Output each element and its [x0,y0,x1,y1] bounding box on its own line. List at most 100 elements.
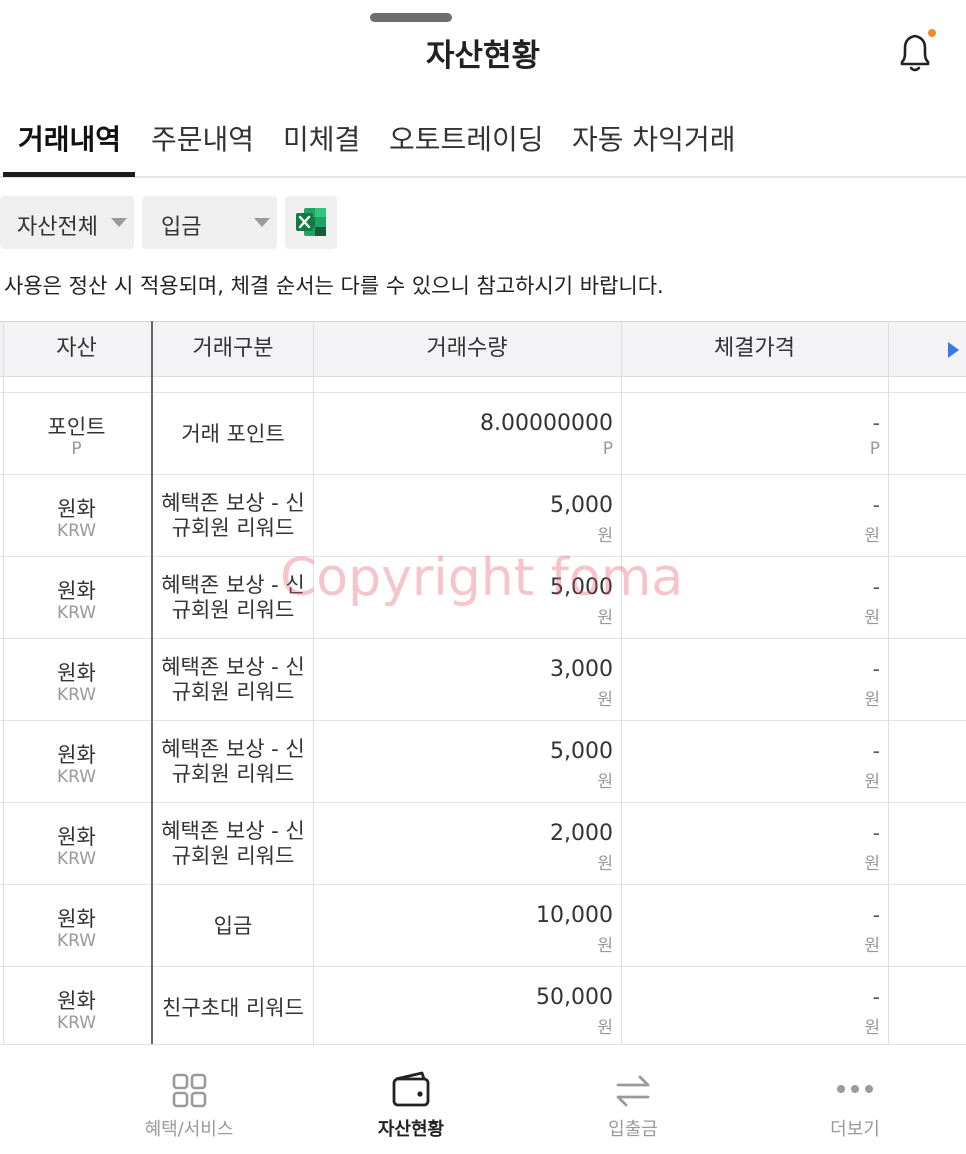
chevron-down-icon [111,218,127,227]
asset-name: 원화 [57,825,96,849]
quantity-cell: 5,000 원 [314,557,613,639]
drag-handle[interactable] [370,13,452,22]
nav-deposit-withdraw-label: 입출금 [608,1119,658,1140]
price-unit: 원 [864,690,880,710]
table-row[interactable]: 원화 KRW 입금 10,000 원 - 원 [0,885,966,967]
price-cell: -원 [622,803,880,885]
tab-bar: 거래내역 주문내역 미체결 오토트레이딩 자동 차익거래 [0,100,966,178]
nav-assets[interactable]: 자산현황 [326,1045,496,1154]
asset-name: 원화 [57,989,96,1013]
asset-cell: 원화 KRW [0,803,153,885]
price-value: - [872,985,880,1009]
price-cell: -원 [622,639,880,721]
quantity-cell: 50,000 원 [314,967,613,1044]
quantity-value: 5,000 [550,493,613,518]
quantity-cell: 5,000 원 [314,721,613,803]
grid-icon [172,1073,207,1108]
table-row[interactable]: 원화 KRW 혜택존 보상 - 신규회원 리워드 5,000 원 - 원 [0,721,966,803]
price-value: - [872,411,880,435]
asset-cell: 원화 KRW [0,721,153,803]
quantity-value: 2,000 [550,821,613,846]
quantity-unit: 원 [597,1018,613,1038]
tab-transactions[interactable]: 거래내역 [18,118,121,158]
asset-code: KRW [56,767,97,787]
table-row[interactable]: 원화 KRW 혜택존 보상 - 신규회원 리워드 5,000 원 - 원 [0,557,966,639]
quantity-unit: 원 [597,854,613,874]
page-title: 자산현황 [425,38,541,74]
asset-code: KRW [56,931,97,951]
quantity-unit: 원 [597,936,613,956]
column-divider [3,321,4,1044]
scroll-right-arrow-icon[interactable] [948,342,959,358]
asset-cell: 원화 KRW [0,639,153,721]
asset-code: KRW [56,603,97,623]
price-value: - [872,657,880,681]
nav-deposit-withdraw[interactable]: 입출금 [548,1045,718,1154]
tab-orders[interactable]: 주문내역 [151,118,254,158]
table-row[interactable]: 원화 KRW 혜택존 보상 - 신규회원 리워드 3,000 원 - 원 [0,639,966,721]
notification-bell-icon[interactable] [893,28,939,76]
quantity-unit: 원 [597,772,613,792]
excel-icon [296,208,326,236]
quantity-value: 5,000 [550,575,613,600]
asset-name: 원화 [57,743,96,767]
asset-cell: 원화 KRW [0,475,153,557]
price-unit: 원 [864,1018,880,1038]
wallet-icon [392,1071,430,1107]
more-dots-icon [837,1085,873,1093]
settlement-notice: 사용은 정산 시 적용되며, 체결 순서는 다를 수 있으니 참고하시기 바랍니… [4,274,664,298]
nav-benefits[interactable]: 혜택/서비스 [104,1045,274,1154]
quantity-value: 3,000 [550,657,613,682]
quantity-cell: 5,000 원 [314,475,613,557]
asset-cell: 원화 KRW [0,557,153,639]
price-value: - [872,493,880,517]
quantity-value: 8.00000000 [480,411,613,436]
type-filter-label: 입금 [161,215,202,240]
asset-cell: 포인트 P [0,393,153,475]
tab-auto-trading[interactable]: 오토트레이딩 [389,118,544,158]
quantity-value: 10,000 [536,903,613,928]
chevron-down-icon [254,218,270,227]
quantity-cell: 2,000 원 [314,803,613,885]
table-row[interactable]: 원화 KRW 친구초대 리워드 50,000 원 - 원 [0,967,966,1044]
bottom-navigation: 혜택/서비스 자산현황 입출금 더보기 [0,1044,966,1154]
type-filter-select[interactable]: 입금 [142,196,277,249]
table-spacer-row [0,377,966,393]
price-cell: -원 [622,721,880,803]
asset-filter-select[interactable]: 자산전체 [0,196,134,249]
transaction-type: 거래 포인트 [181,421,285,446]
asset-cell: 원화 KRW [0,885,153,967]
column-divider [621,321,622,1044]
asset-code: KRW [56,685,97,705]
asset-filter-label: 자산전체 [17,215,98,240]
tab-auto-arbitrage[interactable]: 자동 차익거래 [572,118,735,158]
tab-unfilled[interactable]: 미체결 [283,118,360,158]
excel-download-button[interactable] [285,196,337,249]
asset-code: KRW [56,849,97,869]
price-unit: 원 [864,854,880,874]
price-cell: -원 [622,475,880,557]
price-value: - [872,575,880,599]
asset-name: 포인트 [47,415,106,439]
price-value: - [872,903,880,927]
price-cell: -원 [622,885,880,967]
column-header-price: 체결가격 [714,336,795,361]
price-unit: 원 [864,608,880,628]
price-cell: -P [622,393,880,475]
price-unit: 원 [864,526,880,546]
transaction-type: 혜택존 보상 - 신규회원 리워드 [161,737,305,786]
quantity-value: 5,000 [550,739,613,764]
asset-code: KRW [56,521,97,541]
table-row[interactable]: 원화 KRW 혜택존 보상 - 신규회원 리워드 5,000 원 - 원 [0,475,966,557]
nav-more[interactable]: 더보기 [770,1045,940,1154]
table-row[interactable]: 원화 KRW 혜택존 보상 - 신규회원 리워드 2,000 원 - 원 [0,803,966,885]
nav-more-label: 더보기 [830,1119,880,1140]
price-value: - [872,739,880,763]
column-header-type: 거래구분 [192,336,274,361]
transaction-table: 자산 거래구분 거래수량 체결가격 포인트 P 거래 포인트 8.00000000 P -… [0,321,966,1044]
table-row[interactable]: 포인트 P 거래 포인트 8.00000000 P - P [0,393,966,475]
column-divider [888,321,889,1044]
price-value: - [872,821,880,845]
frozen-column-divider [151,321,153,1044]
asset-cell: 원화 KRW [0,967,153,1044]
